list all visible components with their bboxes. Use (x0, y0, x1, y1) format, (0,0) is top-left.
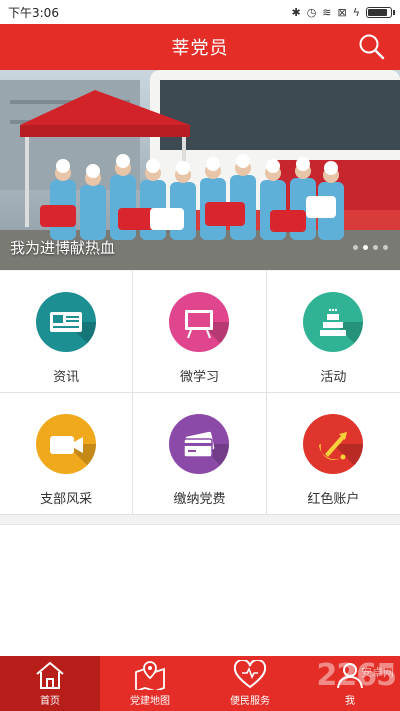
grid-item-news[interactable]: 资讯 (0, 271, 134, 393)
tab-home[interactable]: 首页 (0, 656, 100, 711)
grid-item-red-account[interactable]: 红色账户 (266, 393, 400, 515)
tab-label: 党建地图 (130, 696, 170, 707)
grid-item-label: 活动 (320, 370, 347, 385)
map-icon (135, 661, 165, 690)
grid-item-pay-dues[interactable]: 缴纳党费 (133, 393, 267, 515)
tab-label: 首页 (40, 696, 60, 707)
carousel-dot[interactable] (363, 245, 368, 250)
home-icon (36, 661, 64, 689)
grid-item-label: 微学习 (179, 370, 219, 385)
newspaper-icon (36, 292, 97, 352)
watermark-sub: 安卓网 (361, 666, 394, 679)
video-camera-icon (36, 414, 97, 474)
wifi-icon: ≋ (322, 5, 332, 19)
content-area (0, 524, 400, 656)
banner-caption: 我为进博献热血 (10, 239, 116, 257)
grid-item-micro-learning[interactable]: 微学习 (133, 271, 267, 393)
tab-convenience-service[interactable]: 便民服务 (200, 656, 300, 711)
tab-label: 便民服务 (230, 696, 270, 707)
status-bar: 下午3:06 ✱ ◷ ≋ ⊠ ϟ (0, 0, 400, 24)
grid-item-branch-style[interactable]: 支部风采 (0, 393, 134, 515)
alarm-icon: ◷ (306, 5, 317, 19)
tab-label: 我 (345, 696, 355, 707)
payment-card-icon (169, 414, 230, 474)
carousel-dot[interactable] (373, 245, 378, 250)
feature-grid: 资讯 微学习 活动 支部风采 缴纳党费 红色账户 (0, 271, 400, 515)
battery-icon (366, 6, 395, 18)
search-icon (359, 34, 385, 60)
status-icons: ✱ ◷ ≋ ⊠ ϟ (291, 5, 395, 19)
carousel-dot[interactable] (353, 245, 358, 250)
grid-item-label: 支部风采 (40, 492, 93, 507)
charging-icon: ϟ (352, 5, 360, 19)
status-time: 下午3:06 (8, 5, 59, 20)
bluetooth-icon: ✱ (291, 5, 301, 19)
sim-icon: ⊠ (337, 5, 347, 19)
grid-item-label: 缴纳党费 (173, 492, 226, 507)
cake-icon (303, 292, 364, 352)
carousel-indicator (353, 245, 388, 250)
page-title: 莘党员 (171, 38, 229, 59)
tab-party-map[interactable]: 党建地图 (100, 656, 200, 711)
party-emblem-icon (303, 414, 364, 474)
app-header: 莘党员 (0, 24, 400, 70)
blackboard-icon (169, 292, 230, 352)
banner-carousel[interactable]: 我为进博献热血 (0, 70, 400, 270)
carousel-dot[interactable] (383, 245, 388, 250)
search-button[interactable] (358, 33, 386, 61)
grid-item-label: 红色账户 (307, 492, 360, 507)
heart-icon (233, 660, 267, 689)
grid-item-activity[interactable]: 活动 (266, 271, 400, 393)
grid-item-label: 资讯 (53, 370, 80, 385)
